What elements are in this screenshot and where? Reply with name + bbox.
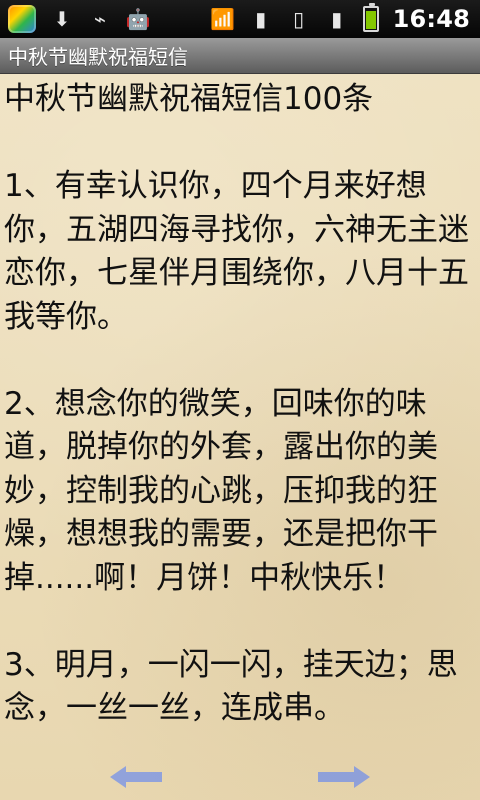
signal-icon: ▮ [255, 7, 267, 31]
status-bar: ⬇ ⌁ 🤖 📶 ▮ ▯ ▮ 16:48 [0, 0, 480, 38]
usb-icon: ⌁ [93, 7, 107, 31]
sim-card-icon: ▯ [293, 7, 305, 31]
android-icon: 🤖 [125, 7, 151, 31]
wifi-icon: 📶 [210, 7, 236, 31]
article-text: 中秋节幽默祝福短信100条 1、有幸认识你，四个月来好想你，五湖四海寻找你，六神… [4, 81, 469, 726]
content-area[interactable]: 中秋节幽默祝福短信100条 1、有幸认识你，四个月来好想你，五湖四海寻找你，六神… [0, 74, 480, 800]
title-bar: 中秋节幽默祝福短信 [0, 38, 480, 74]
right-arrow-icon[interactable] [316, 764, 372, 790]
left-arrow-icon[interactable] [108, 764, 164, 790]
battery-icon [362, 3, 379, 32]
status-right: 📶 ▮ ▯ ▮ 16:48 [210, 0, 470, 38]
battery-fill [365, 11, 376, 29]
signal-secondary-icon: ▮ [331, 7, 343, 31]
status-time: 16:48 [392, 5, 470, 33]
download-icon: ⬇ [53, 7, 71, 31]
status-left: ⬇ ⌁ 🤖 [8, 0, 150, 38]
page-title: 中秋节幽默祝福短信 [8, 45, 188, 69]
app-icon [8, 5, 36, 33]
